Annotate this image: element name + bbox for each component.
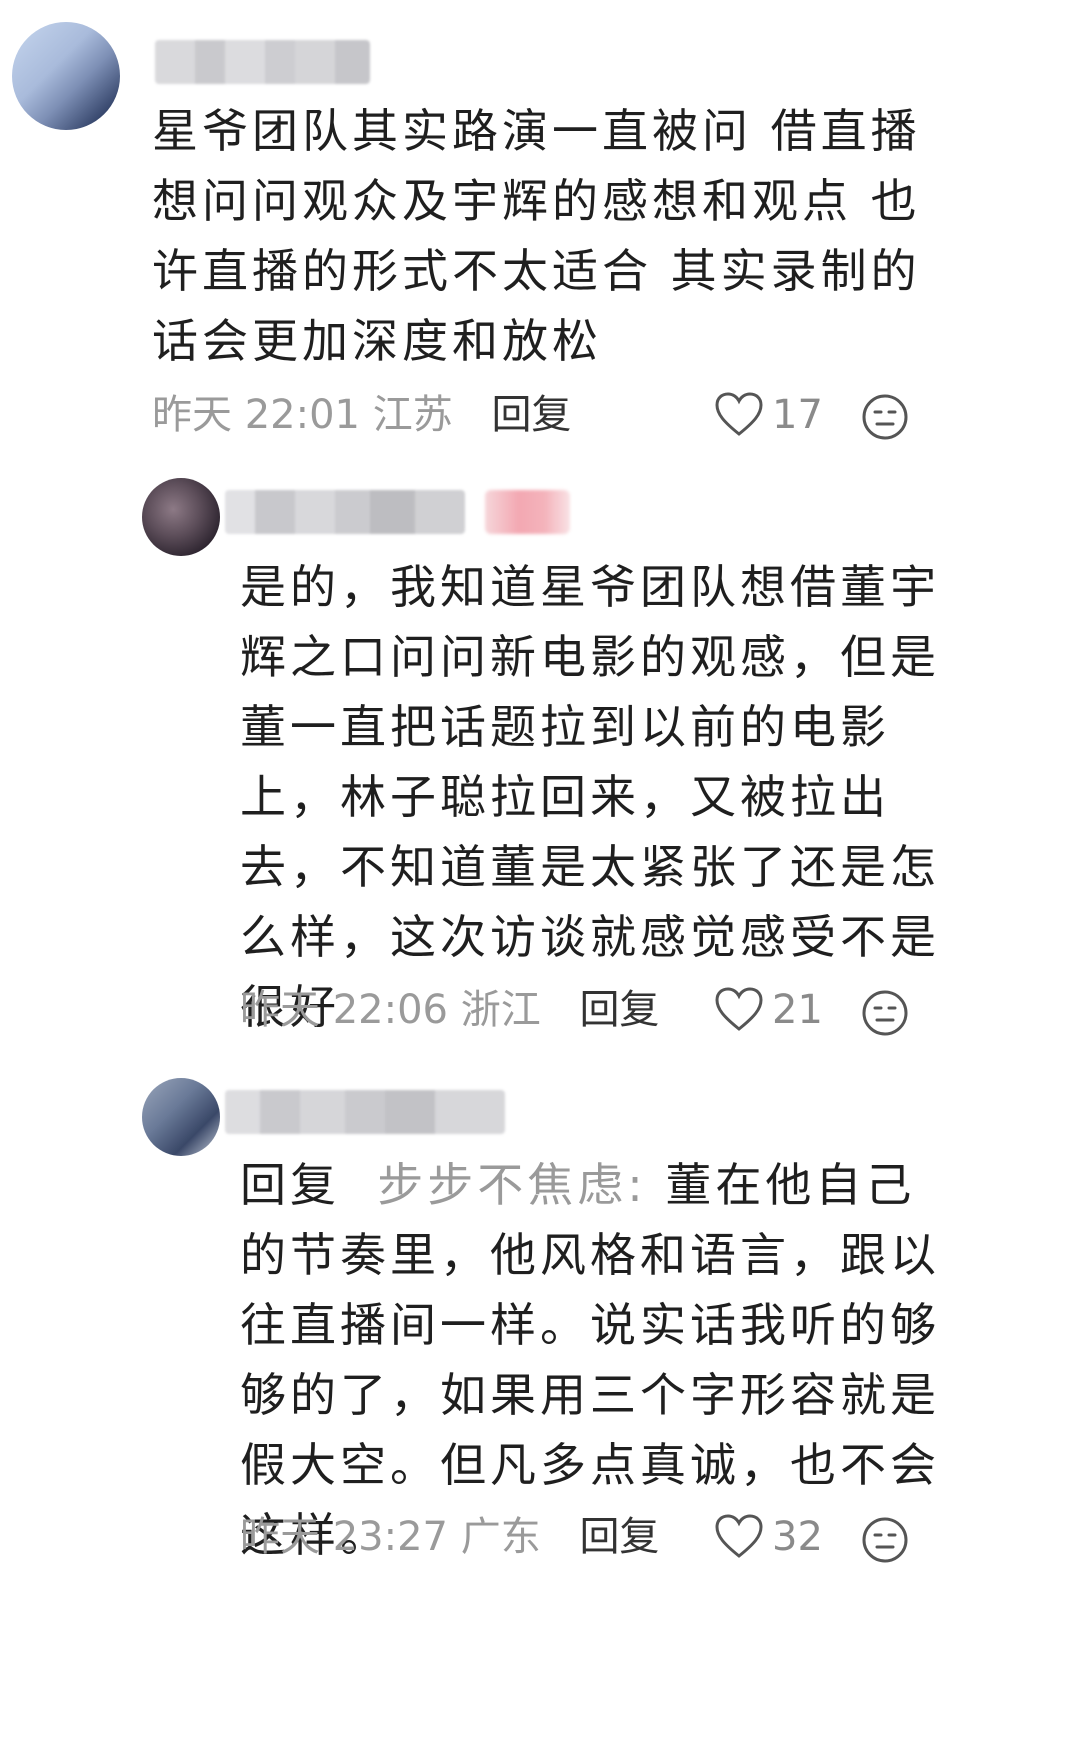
user-badge-blurred xyxy=(485,490,570,534)
avatar[interactable] xyxy=(142,478,220,556)
comment-text: 回复 步步不焦虑: 董在他自己的节奏里，他风格和语言，跟以往直播间一样。说实话我… xyxy=(240,1150,940,1570)
comment-time: 昨天 22:01 xyxy=(152,392,360,438)
avatar[interactable] xyxy=(12,22,120,130)
reply-button[interactable]: 回复 xyxy=(579,1514,659,1560)
sad-face-icon[interactable] xyxy=(860,988,910,1038)
comment-text: 是的，我知道星爷团队想借董宇辉之口问问新电影的观感，但是董一直把话题拉到以前的电… xyxy=(240,560,940,1034)
comment-time: 昨天 23:27 xyxy=(240,1514,448,1560)
reply-prefix: 回复 xyxy=(240,1158,340,1212)
comment-body: 董在他自己的节奏里，他风格和语言，跟以往直播间一样。说实话我听的够够的了，如果用… xyxy=(240,1158,940,1562)
comment-location: 浙江 xyxy=(460,987,541,1033)
like-count: 17 xyxy=(772,392,823,438)
comment-location: 江苏 xyxy=(372,392,453,438)
heart-outline-icon xyxy=(715,392,763,436)
reply-to-username[interactable]: 步步不焦虑: xyxy=(377,1158,647,1212)
comment-time: 昨天 22:06 xyxy=(240,987,448,1033)
username-blurred[interactable] xyxy=(225,1090,505,1134)
avatar[interactable] xyxy=(142,1078,220,1156)
reply-button[interactable]: 回复 xyxy=(491,392,571,438)
comment-meta: 昨天 22:06 浙江 回复 xyxy=(240,985,659,1035)
like-count: 21 xyxy=(772,987,823,1033)
comment-meta: 昨天 23:27 广东 回复 xyxy=(240,1512,659,1562)
comment-location: 广东 xyxy=(460,1514,541,1560)
heart-outline-icon xyxy=(715,987,763,1031)
username-blurred[interactable] xyxy=(155,40,370,84)
like-count: 32 xyxy=(772,1514,823,1560)
username-blurred[interactable] xyxy=(225,490,465,534)
sad-face-icon[interactable] xyxy=(860,392,910,442)
comment-meta: 昨天 22:01 江苏 回复 xyxy=(152,390,571,440)
like-button[interactable]: 17 xyxy=(714,390,823,440)
comment-text: 星爷团队其实路演一直被问 借直播想问问观众及宇辉的感想和观点 也许直播的形式不太… xyxy=(152,104,921,368)
sad-face-icon[interactable] xyxy=(860,1515,910,1565)
heart-outline-icon xyxy=(715,1514,763,1558)
reply-button[interactable]: 回复 xyxy=(579,987,659,1033)
like-button[interactable]: 32 xyxy=(714,1512,823,1562)
like-button[interactable]: 21 xyxy=(714,985,823,1035)
